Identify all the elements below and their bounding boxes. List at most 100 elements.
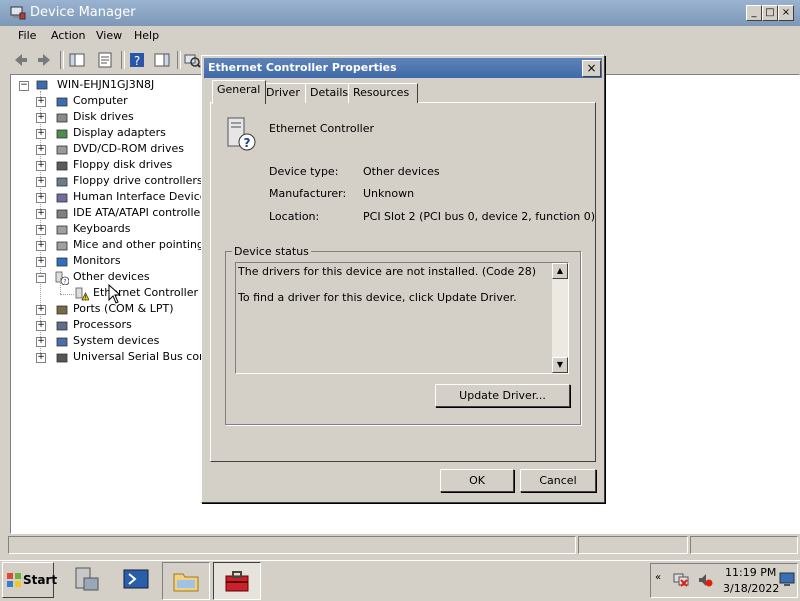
windows-logo-icon — [7, 573, 21, 587]
computer-icon — [55, 95, 69, 109]
processor-icon — [55, 319, 69, 333]
tree-item-label: Disk drives — [73, 110, 134, 123]
dialog-titlebar[interactable]: Ethernet Controller Properties × — [204, 58, 602, 78]
folder-icon — [173, 573, 199, 592]
expand-toggle-icon[interactable]: + — [36, 161, 46, 171]
clock-time[interactable]: 11:19 PM — [725, 566, 776, 579]
floppy-disk-icon — [55, 159, 69, 173]
expand-toggle-icon[interactable]: + — [36, 145, 46, 155]
svg-text:!: ! — [84, 295, 86, 302]
toolbar-separator — [60, 51, 64, 69]
tree-item-label: Monitors — [73, 254, 121, 267]
expand-toggle-icon[interactable]: + — [36, 321, 46, 331]
dialog-title: Ethernet Controller Properties — [208, 61, 397, 74]
back-arrow-icon[interactable] — [12, 51, 30, 69]
expand-toggle-icon[interactable]: + — [36, 257, 46, 267]
svg-text:?: ? — [63, 279, 66, 286]
volume-muted-icon[interactable] — [697, 572, 713, 588]
expand-toggle-icon[interactable]: + — [36, 225, 46, 235]
svg-text:?: ? — [244, 136, 251, 150]
menu-view[interactable]: View — [96, 29, 122, 42]
manufacturer-value: Unknown — [363, 187, 415, 200]
scan-hardware-icon[interactable] — [183, 51, 201, 69]
tree-item-label: System devices — [73, 334, 160, 347]
menu-help[interactable]: Help — [134, 29, 159, 42]
tree-item-label: IDE ATA/ATAPI controllers — [73, 206, 211, 219]
action-pane-icon[interactable] — [153, 51, 171, 69]
expand-toggle-icon[interactable]: + — [36, 353, 46, 363]
hid-icon — [55, 191, 69, 205]
maximize-button[interactable]: □ — [762, 5, 778, 21]
tab-general[interactable]: General — [212, 80, 266, 104]
ide-controller-icon — [55, 207, 69, 221]
unknown-device-icon: ? — [55, 271, 70, 286]
status-scrollbar[interactable]: ▲ ▼ — [552, 263, 568, 373]
help-icon[interactable]: ? — [128, 51, 146, 69]
svg-text:?: ? — [134, 54, 140, 68]
menu-action[interactable]: Action — [51, 29, 85, 42]
server-manager-icon[interactable] — [72, 564, 102, 594]
network-disconnected-icon[interactable] — [673, 572, 689, 588]
expand-toggle-icon[interactable]: + — [36, 113, 46, 123]
expand-toggle-icon[interactable]: + — [36, 193, 46, 203]
tree-item-label: Other devices — [73, 270, 150, 283]
tab-resources[interactable]: Resources — [348, 83, 418, 103]
minimize-button[interactable]: _ — [746, 5, 762, 21]
warning-device-icon: ! — [75, 287, 90, 302]
properties-icon[interactable] — [96, 51, 114, 69]
device-type-label: Device type: — [269, 165, 339, 178]
taskbar-explorer-button[interactable] — [162, 562, 210, 600]
monitor-icon — [55, 255, 69, 269]
expand-toggle-icon[interactable]: + — [36, 241, 46, 251]
forward-arrow-icon[interactable] — [35, 51, 53, 69]
device-status-textbox[interactable]: The drivers for this device are not inst… — [235, 262, 569, 374]
display-adapter-icon — [55, 127, 69, 141]
taskbar-device-manager-button[interactable] — [213, 562, 261, 600]
scroll-up-arrow-icon[interactable]: ▲ — [552, 263, 568, 279]
system-tray: « 11:19 PM 3/18/2022 — [650, 563, 798, 598]
properties-dialog: Ethernet Controller Properties × General… — [201, 55, 605, 503]
status-pane — [690, 536, 798, 554]
system-device-icon — [55, 335, 69, 349]
menu-file[interactable]: File — [18, 29, 36, 42]
tab-driver[interactable]: Driver — [261, 83, 311, 103]
floppy-controller-icon — [55, 175, 69, 189]
tab-details[interactable]: Details — [305, 83, 354, 103]
ok-button[interactable]: OK — [440, 469, 514, 492]
close-button[interactable]: × — [778, 5, 794, 21]
expand-toggle-icon[interactable]: + — [36, 177, 46, 187]
expand-toggle-icon[interactable]: + — [36, 129, 46, 139]
expand-toggle-icon[interactable]: + — [36, 305, 46, 315]
tree-item-label: Processors — [73, 318, 132, 331]
show-hidden-icons-chevron-icon[interactable]: « — [655, 572, 661, 583]
expand-toggle-icon[interactable]: + — [36, 337, 46, 347]
location-value: PCI Slot 2 (PCI bus 0, device 2, functio… — [363, 210, 595, 223]
show-hide-console-icon[interactable] — [68, 51, 86, 69]
powershell-icon[interactable] — [121, 564, 151, 594]
collapse-toggle-icon[interactable]: − — [19, 81, 29, 91]
dvd-drive-icon — [55, 143, 69, 157]
tree-connector-line — [60, 294, 74, 295]
location-label: Location: — [269, 210, 320, 223]
status-line-1: The drivers for this device are not inst… — [238, 265, 537, 278]
clock-date[interactable]: 3/18/2022 — [723, 582, 779, 595]
disk-drive-icon — [55, 111, 69, 125]
device-status-legend: Device status — [232, 245, 311, 258]
device-name: Ethernet Controller — [269, 122, 374, 135]
tree-item-label: Human Interface Devices — [73, 190, 213, 203]
expand-toggle-icon[interactable]: + — [36, 97, 46, 107]
mouse-icon — [55, 239, 69, 253]
keyboard-icon — [55, 223, 69, 237]
main-window-title: Device Manager — [30, 5, 136, 20]
expand-toggle-icon[interactable]: + — [36, 209, 46, 219]
start-button[interactable]: Start — [2, 562, 57, 598]
dialog-close-button[interactable]: × — [582, 60, 601, 77]
update-driver-button[interactable]: Update Driver... — [435, 384, 570, 407]
port-icon — [55, 303, 69, 317]
tree-connector-line — [60, 278, 61, 294]
collapse-toggle-icon[interactable]: − — [36, 273, 46, 283]
cancel-button[interactable]: Cancel — [520, 469, 596, 492]
show-desktop-icon[interactable] — [778, 570, 796, 588]
scroll-down-arrow-icon[interactable]: ▼ — [552, 357, 568, 373]
tree-item-label: Floppy disk drives — [73, 158, 173, 171]
